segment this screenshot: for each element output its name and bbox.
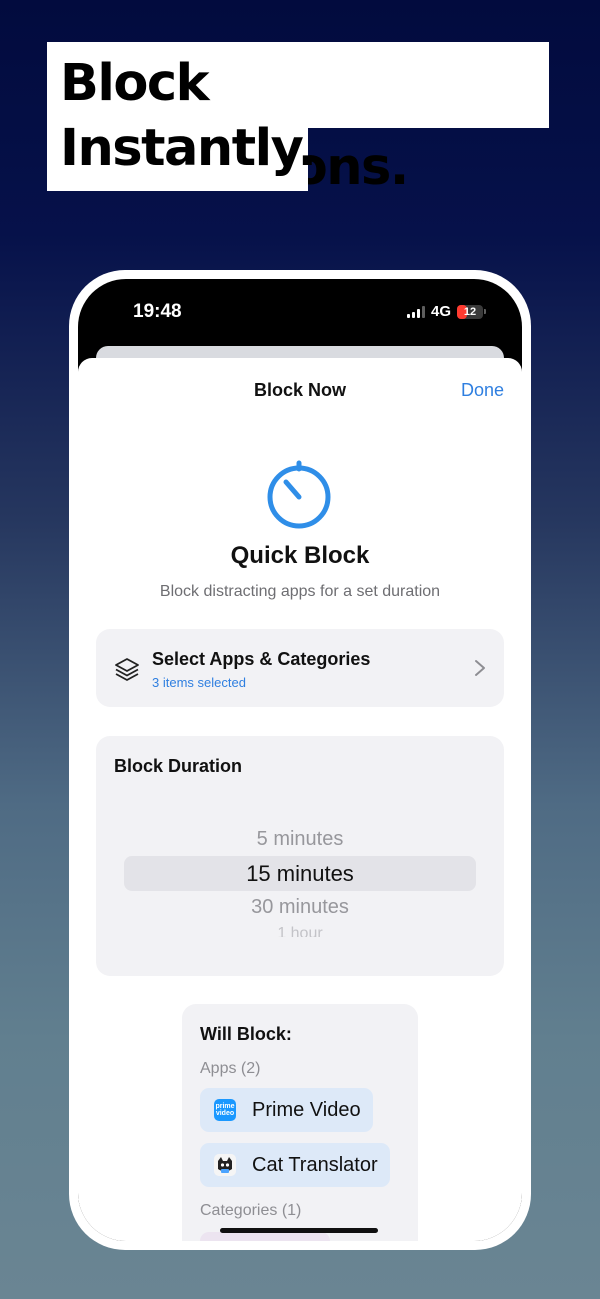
phone-screen: 19:48 4G 12 Block Now Done Quick Block B… bbox=[78, 279, 522, 1241]
block-duration-title: Block Duration bbox=[114, 756, 243, 776]
status-bar: 19:48 4G 12 bbox=[78, 279, 522, 349]
duration-option[interactable]: 1 hour bbox=[96, 925, 504, 937]
duration-picker[interactable]: 5 minutes 15 minutes 30 minutes 1 hour bbox=[96, 824, 504, 944]
battery-level: 12 bbox=[463, 305, 477, 318]
select-apps-count: 3 items selected bbox=[152, 675, 246, 690]
status-time: 19:48 bbox=[133, 301, 182, 322]
cellular-signal-icon bbox=[406, 305, 425, 318]
headline-line-1: Block Distractions. bbox=[47, 42, 549, 197]
block-now-sheet: Block Now Done Quick Block Block distrac… bbox=[78, 358, 522, 1241]
prime-video-icon: prime video bbox=[214, 1099, 236, 1121]
done-button[interactable]: Done bbox=[461, 380, 504, 401]
status-indicators: 4G 12 bbox=[406, 303, 486, 320]
timer-icon bbox=[267, 460, 331, 529]
category-chip[interactable] bbox=[200, 1232, 330, 1241]
will-block-title: Will Block: bbox=[200, 1024, 292, 1044]
app-chip-cat-translator[interactable]: Cat Translator bbox=[200, 1143, 390, 1187]
layers-icon bbox=[115, 658, 139, 681]
quick-block-title: Quick Block bbox=[230, 542, 370, 569]
home-indicator[interactable] bbox=[220, 1228, 378, 1233]
will-block-card: Will Block: Apps (2) prime video Prime V… bbox=[182, 1004, 418, 1241]
network-type: 4G bbox=[430, 303, 451, 320]
block-duration-card: Block Duration 5 minutes 15 minutes 30 m… bbox=[96, 736, 504, 976]
duration-option-selected[interactable]: 15 minutes bbox=[96, 861, 504, 887]
select-apps-title: Select Apps & Categories bbox=[152, 649, 371, 669]
sheet-title: Block Now bbox=[253, 380, 346, 400]
app-name: Prime Video bbox=[252, 1098, 361, 1121]
duration-option[interactable]: 5 minutes bbox=[96, 828, 504, 851]
quick-block-subtitle: Block distracting apps for a set duratio… bbox=[159, 583, 441, 600]
phone-frame: 19:48 4G 12 Block Now Done Quick Block B… bbox=[69, 270, 531, 1250]
app-name: Cat Translator bbox=[252, 1153, 378, 1176]
chevron-right-icon bbox=[475, 660, 485, 676]
cat-translator-icon bbox=[214, 1154, 236, 1176]
duration-option[interactable]: 30 minutes bbox=[96, 896, 504, 919]
headline-line-2: Instantly. bbox=[47, 123, 317, 191]
select-apps-button[interactable]: Select Apps & Categories 3 items selecte… bbox=[96, 629, 504, 707]
battery-icon: 12 bbox=[457, 304, 486, 319]
app-chip-prime-video[interactable]: prime video Prime Video bbox=[200, 1088, 373, 1132]
categories-section-label: Categories (1) bbox=[200, 1202, 302, 1219]
apps-section-label: Apps (2) bbox=[200, 1060, 261, 1077]
